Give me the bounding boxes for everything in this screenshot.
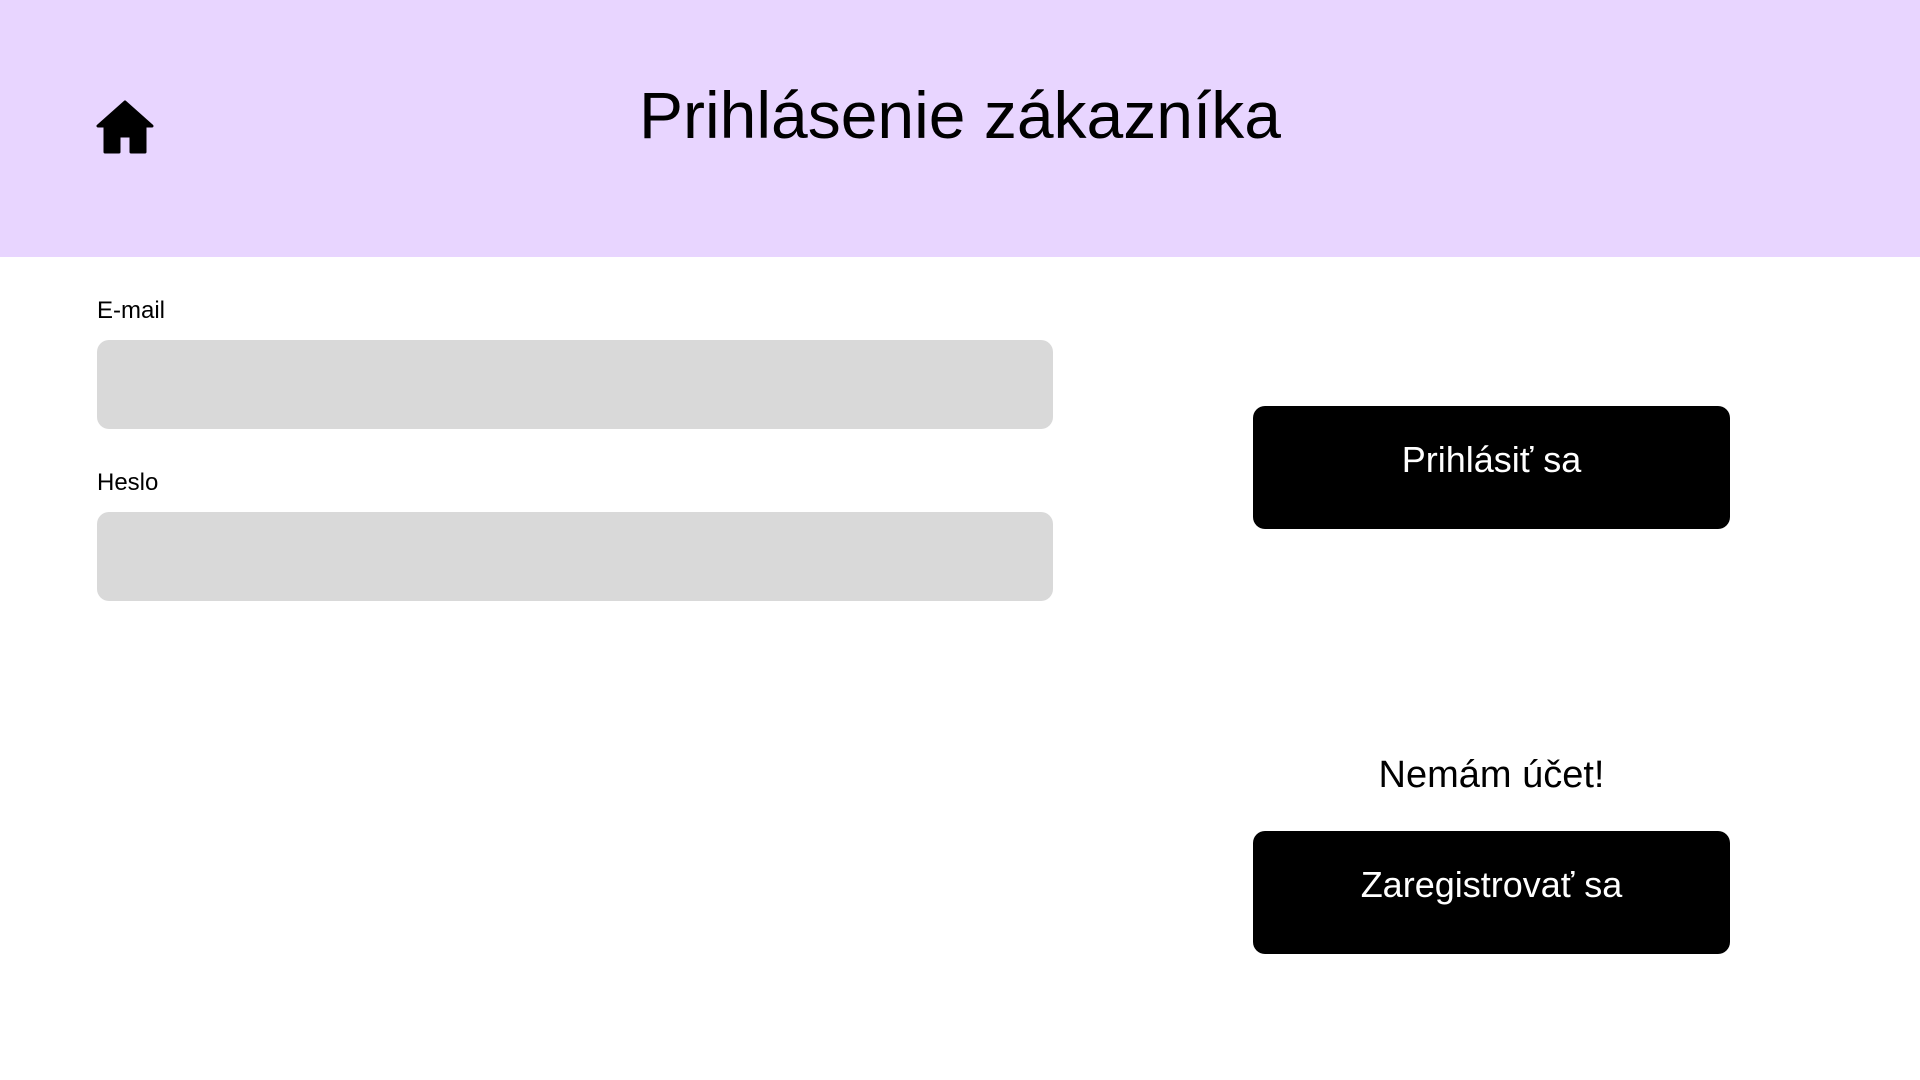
page-title: Prihlásenie zákazníka: [0, 72, 1920, 158]
password-field[interactable]: [97, 512, 1053, 601]
page-title-text: Prihlásenie zákazníka: [638, 78, 1282, 152]
login-button[interactable]: Prihlásiť sa: [1253, 406, 1730, 529]
header-bar: Prihlásenie zákazníka: [0, 0, 1920, 257]
email-label: E-mail: [97, 297, 166, 324]
register-button[interactable]: Zaregistrovať sa: [1253, 831, 1730, 954]
password-label: Heslo: [97, 469, 159, 496]
no-account-text: Nemám účet!: [1378, 754, 1605, 796]
email-field[interactable]: [97, 340, 1053, 429]
